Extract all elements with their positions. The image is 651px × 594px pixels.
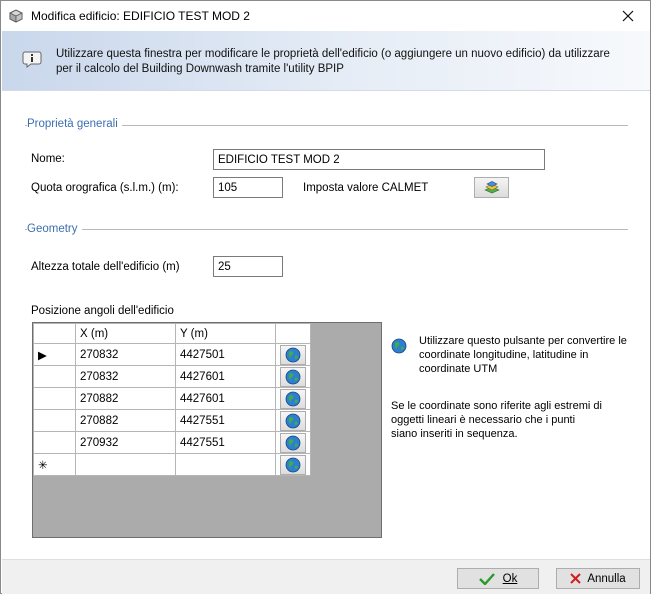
sequence-note-line: Se le coordinate sono riferite agli estr… [391, 400, 602, 412]
row-header[interactable] [33, 365, 76, 388]
cell-x[interactable]: 270832 [75, 365, 176, 388]
convert-button[interactable] [280, 432, 306, 453]
globe-icon [285, 369, 301, 384]
cell-convert [275, 387, 311, 410]
ok-button[interactable]: Ok [457, 568, 539, 589]
cell-y[interactable]: 4427601 [175, 387, 276, 410]
table-new-row[interactable]: ✳ [33, 453, 311, 476]
cell-x[interactable]: 270932 [75, 431, 176, 454]
row-header[interactable] [33, 431, 76, 454]
cell-x[interactable] [75, 453, 176, 476]
corners-grid[interactable]: X (m) Y (m) ▶ 270832 4427501 270832 4427… [32, 322, 382, 538]
globe-icon [285, 413, 301, 428]
building-icon [9, 9, 23, 23]
globe-icon [285, 391, 301, 406]
close-button[interactable] [606, 1, 650, 31]
globe-icon [285, 347, 301, 362]
cell-convert [275, 343, 311, 366]
grid-header-row: X (m) Y (m) [33, 323, 311, 344]
row-header[interactable]: ▶ [33, 343, 76, 366]
row-header[interactable] [33, 409, 76, 432]
globe-icon [285, 435, 301, 450]
col-header-x[interactable]: X (m) [75, 323, 176, 344]
info-banner: Utilizzare questa finestra per modificar… [2, 31, 650, 91]
convert-button[interactable] [280, 344, 306, 365]
calmet-icon [483, 180, 500, 193]
new-row-marker[interactable]: ✳ [33, 453, 76, 476]
cell-y[interactable]: 4427601 [175, 365, 276, 388]
cell-x[interactable]: 270832 [75, 343, 176, 366]
calmet-label: Imposta valore CALMET [303, 182, 429, 194]
x-icon [570, 573, 582, 584]
cell-x[interactable]: 270882 [75, 387, 176, 410]
sequence-note-text: Se le coordinate sono riferite agli estr… [391, 399, 602, 441]
geometry-section-title: Geometry [27, 223, 82, 235]
ok-label: Ok [502, 572, 518, 585]
globe-icon [391, 338, 407, 354]
cell-y[interactable]: 4427501 [175, 343, 276, 366]
convert-help-line: coordinate longitudine, latitudine in [419, 349, 589, 361]
title-bar[interactable]: Modifica edificio: EDIFICIO TEST MOD 2 [1, 1, 650, 31]
dialog-window: Modifica edificio: EDIFICIO TEST MOD 2 U… [0, 0, 651, 594]
convert-button[interactable] [280, 454, 306, 475]
grid-corner-header [33, 323, 76, 344]
corners-table: X (m) Y (m) ▶ 270832 4427501 270832 4427… [33, 323, 311, 476]
height-label: Altezza totale dell'edificio (m) [31, 261, 180, 273]
sequence-note-line: oggetti lineari è necessario che i punti [391, 414, 576, 426]
convert-help-line: coordinate UTM [419, 363, 498, 375]
info-icon [22, 51, 42, 68]
geometry-section-divider [25, 229, 628, 230]
cell-y[interactable]: 4427551 [175, 431, 276, 454]
window-title: Modifica edificio: EDIFICIO TEST MOD 2 [31, 9, 250, 23]
convert-help-text: Utilizzare questo pulsante per convertir… [419, 334, 627, 376]
table-row[interactable]: 270882 4427601 [33, 387, 311, 410]
cell-convert [275, 431, 311, 454]
convert-button[interactable] [280, 366, 306, 387]
corners-label: Posizione angoli dell'edificio [31, 305, 174, 317]
convert-button[interactable] [280, 388, 306, 409]
cell-convert [275, 365, 311, 388]
footer-bar: Ok Annulla [2, 559, 650, 594]
cell-convert [275, 453, 311, 476]
cell-y[interactable] [175, 453, 276, 476]
general-section-title: Proprietà generali [27, 118, 122, 130]
row-header[interactable] [33, 387, 76, 410]
close-icon [622, 10, 634, 22]
cancel-button[interactable]: Annulla [556, 568, 640, 589]
sequence-note-line: siano inseriti in sequenza. [391, 428, 518, 440]
col-header-y[interactable]: Y (m) [175, 323, 276, 344]
info-text: Utilizzare questa finestra per modificar… [56, 48, 610, 75]
name-input[interactable] [213, 149, 545, 170]
height-input[interactable] [213, 256, 283, 277]
convert-help-line: Utilizzare questo pulsante per convertir… [419, 335, 627, 347]
table-row[interactable]: 270832 4427601 [33, 365, 311, 388]
cell-x[interactable]: 270882 [75, 409, 176, 432]
col-header-convert [275, 323, 311, 344]
name-label: Nome: [31, 153, 65, 165]
check-icon [478, 572, 495, 585]
cell-convert [275, 409, 311, 432]
quota-input[interactable] [213, 177, 283, 198]
table-row[interactable]: ▶ 270832 4427501 [33, 343, 311, 366]
cancel-label: Annulla [587, 572, 626, 585]
convert-button[interactable] [280, 410, 306, 431]
quota-label: Quota orografica (s.l.m.) (m): [31, 182, 179, 194]
table-row[interactable]: 270882 4427551 [33, 409, 311, 432]
cell-y[interactable]: 4427551 [175, 409, 276, 432]
table-row[interactable]: 270932 4427551 [33, 431, 311, 454]
calmet-button[interactable] [474, 177, 509, 198]
globe-icon [285, 457, 301, 472]
